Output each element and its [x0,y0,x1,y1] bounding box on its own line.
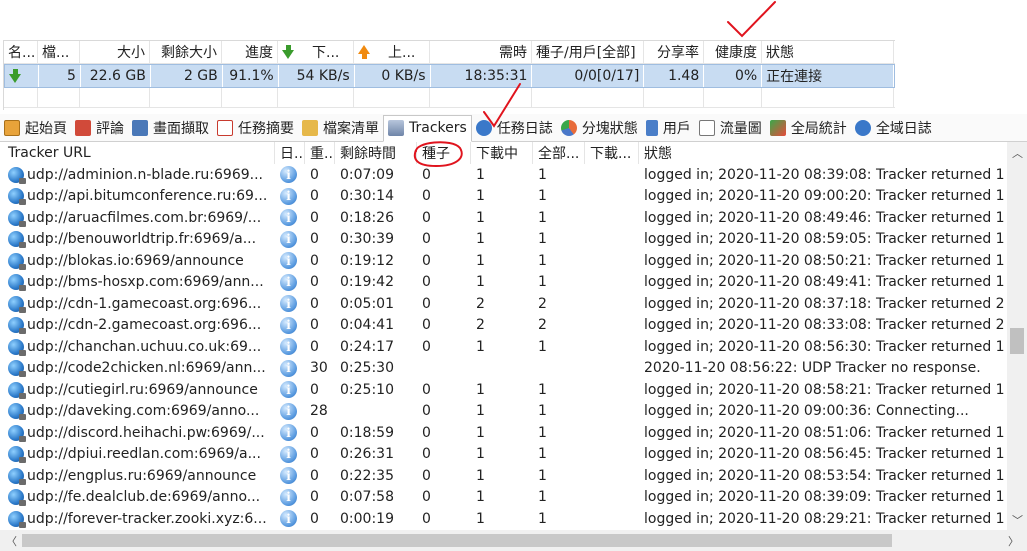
annotation-check-trackers [483,83,521,128]
annotation-check-health [727,1,776,38]
annotation-layer [413,1,776,168]
annotation-circle-seeds [413,141,463,168]
